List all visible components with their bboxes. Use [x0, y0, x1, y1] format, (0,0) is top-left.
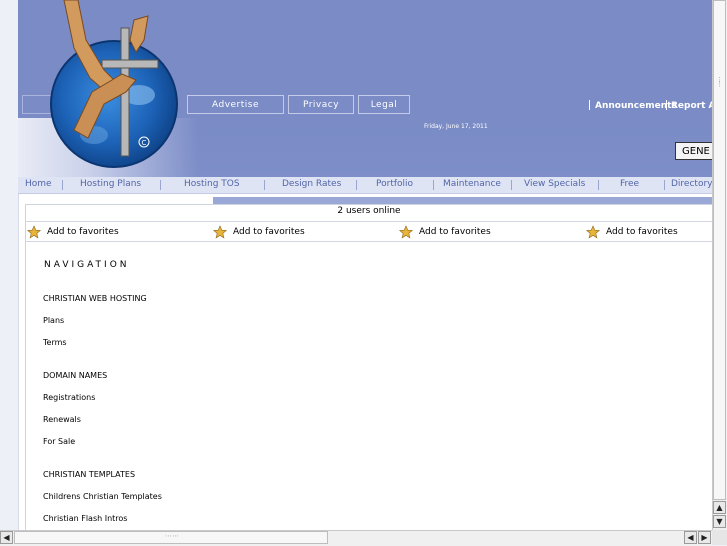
scroll-right-arrow-icon[interactable]: ▶: [698, 531, 711, 544]
privacy-button[interactable]: Privacy: [288, 95, 354, 114]
nav-separator: [433, 180, 434, 190]
section-heading: CHRISTIAN TEMPLATES: [43, 470, 136, 479]
nav-directory[interactable]: Directory: [671, 179, 712, 189]
star-icon: [213, 225, 227, 239]
section-heading: CHRISTIAN WEB HOSTING: [43, 294, 147, 303]
svg-text:C: C: [142, 139, 147, 147]
horizontal-grip: ⋯⋯: [165, 532, 179, 540]
vertical-grip: ⋮ ⋮: [716, 76, 723, 88]
header-separator: [666, 100, 667, 110]
nav-portfolio[interactable]: Portfolio: [376, 179, 413, 189]
scroll-left-arrow-icon[interactable]: ◀: [684, 531, 697, 544]
star-icon: [586, 225, 600, 239]
add-to-favorites-link[interactable]: Add to favorites: [586, 225, 678, 239]
users-online-text: 2 users online: [337, 206, 401, 216]
registrations-link[interactable]: Registrations: [43, 393, 95, 402]
nav-hosting-tos[interactable]: Hosting TOS: [184, 179, 240, 189]
row-divider: [25, 241, 712, 242]
scroll-up-arrow-icon[interactable]: ▲: [713, 501, 726, 514]
nav-home[interactable]: Home: [25, 179, 52, 189]
for-sale-link[interactable]: For Sale: [43, 437, 75, 446]
favorites-label: Add to favorites: [419, 227, 491, 237]
nav-separator: [511, 180, 512, 190]
favorites-label: Add to favorites: [233, 227, 305, 237]
star-icon: [399, 225, 413, 239]
report-link[interactable]: Report A: [671, 101, 712, 111]
left-strip: [0, 0, 19, 530]
add-to-favorites-link[interactable]: Add to favorites: [399, 225, 491, 239]
row-divider: [25, 221, 712, 222]
nav-separator: [160, 180, 161, 190]
renewals-link[interactable]: Renewals: [43, 415, 81, 424]
announcements-link[interactable]: Announcements: [595, 101, 677, 111]
section-heading: DOMAIN NAMES: [43, 371, 108, 380]
favorites-label: Add to favorites: [47, 227, 119, 237]
nav-separator: [664, 180, 665, 190]
terms-link[interactable]: Terms: [43, 338, 67, 347]
nav-separator: [264, 180, 265, 190]
current-date: Friday, June 17, 2011: [424, 123, 488, 130]
main-nav-bar: Home Hosting Plans Hosting TOS Design Ra…: [18, 177, 712, 194]
favorites-label: Add to favorites: [606, 227, 678, 237]
scroll-down-arrow-icon[interactable]: ▼: [713, 515, 726, 528]
nav-separator: [598, 180, 599, 190]
general-button[interactable]: GENE: [675, 142, 712, 160]
scroll-left-arrow-icon[interactable]: ◀: [0, 531, 13, 544]
add-to-favorites-link[interactable]: Add to favorites: [213, 225, 305, 239]
advertise-button[interactable]: Advertise: [187, 95, 284, 114]
nav-separator: [62, 180, 63, 190]
logo-globe-cross-hands: C: [50, 0, 178, 168]
header-separator: [589, 100, 590, 110]
content-area: [25, 204, 712, 530]
nav-maintenance[interactable]: Maintenance: [443, 179, 501, 189]
page: Advertise Privacy Legal C Friday, June 1…: [0, 0, 712, 530]
vertical-scroll-thumb[interactable]: [713, 0, 726, 500]
childrens-templates-link[interactable]: Childrens Christian Templates: [43, 492, 162, 501]
legal-button[interactable]: Legal: [358, 95, 410, 114]
nav-free[interactable]: Free: [620, 179, 639, 189]
add-to-favorites-link[interactable]: Add to favorites: [27, 225, 119, 239]
flash-intros-link[interactable]: Christian Flash Intros: [43, 514, 127, 523]
nav-design-rates[interactable]: Design Rates: [282, 179, 341, 189]
nav-view-specials[interactable]: View Specials: [524, 179, 585, 189]
nav-hosting-plans[interactable]: Hosting Plans: [80, 179, 141, 189]
navigation-heading: NAVIGATION: [44, 260, 130, 270]
scrollbar-corner: [712, 530, 727, 545]
star-icon: [27, 225, 41, 239]
plans-link[interactable]: Plans: [43, 316, 64, 325]
nav-separator: [356, 180, 357, 190]
